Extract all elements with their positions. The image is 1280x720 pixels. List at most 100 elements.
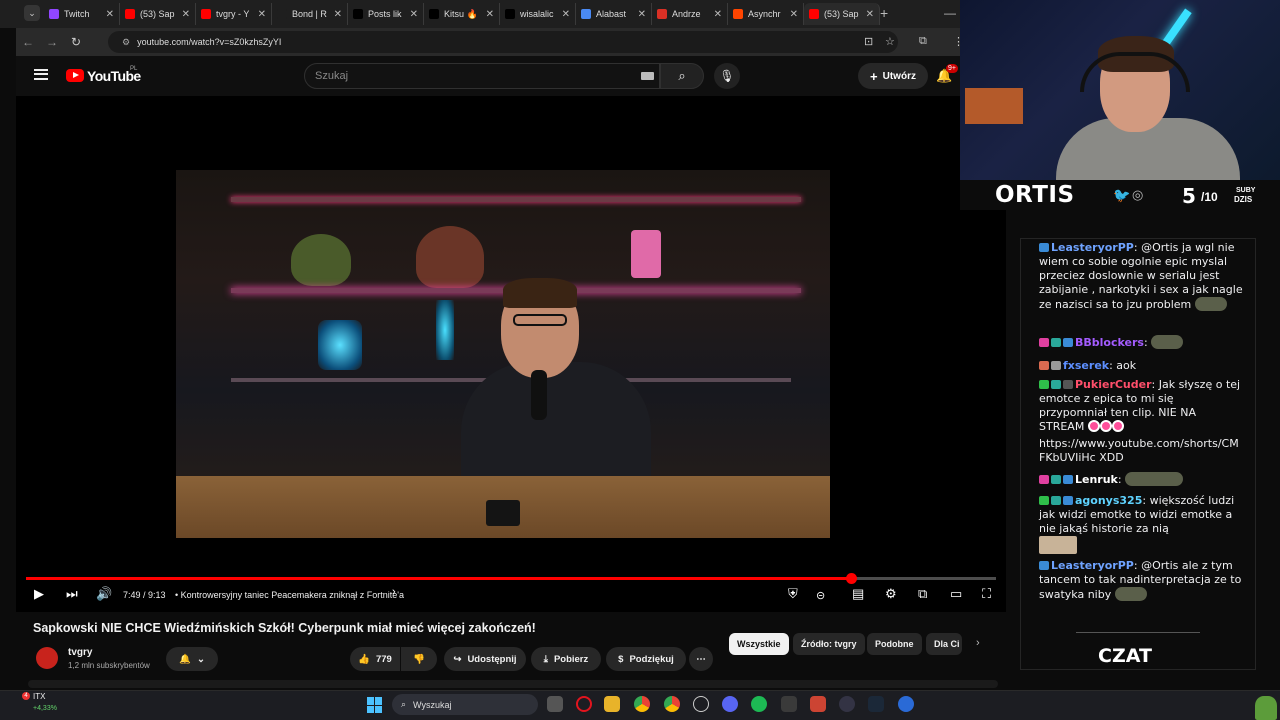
url-field[interactable]: ⚙ youtube.com/watch?v=sZ0kzhsZyYI <box>108 31 898 53</box>
hamburger-menu-icon[interactable] <box>34 69 48 80</box>
maps-pin-icon[interactable] <box>810 696 826 712</box>
adblock-shield-icon[interactable]: ⛨ <box>788 586 798 602</box>
browser-tab[interactable]: Twitch ✕ <box>44 3 120 25</box>
close-tab-icon[interactable]: ✕ <box>334 9 342 20</box>
close-tab-icon[interactable]: ✕ <box>106 9 114 20</box>
close-tab-icon[interactable]: ✕ <box>182 9 190 20</box>
minimize-button[interactable]: — <box>944 6 956 20</box>
channel-avatar[interactable] <box>36 647 58 669</box>
close-tab-icon[interactable]: ✕ <box>258 9 266 20</box>
fullscreen-icon[interactable]: ⛶ <box>982 586 991 602</box>
dislike-button[interactable]: 👎 <box>401 647 437 671</box>
next-icon[interactable]: ⏭ <box>66 586 78 602</box>
thanks-button[interactable]: $ Podziękuj <box>606 647 686 671</box>
chat-username[interactable]: PukierCuder <box>1075 378 1152 391</box>
download-button[interactable]: ⤓ Pobierz <box>531 647 601 671</box>
windows-start-icon[interactable] <box>367 697 383 713</box>
app-icon-2[interactable] <box>839 696 855 712</box>
blue-light <box>318 320 362 370</box>
extensions-icon[interactable]: ⧉ <box>919 35 927 48</box>
search-input[interactable]: Szukaj <box>304 63 660 89</box>
chat-username[interactable]: Lenruk <box>1075 473 1118 486</box>
tab-search-button[interactable]: ⌄ <box>24 5 40 21</box>
create-button[interactable]: + Utwórz <box>858 63 928 89</box>
more-actions-button[interactable]: ⋯ <box>689 647 713 671</box>
chat-username[interactable]: fxserek <box>1063 359 1109 372</box>
close-tab-icon[interactable]: ✕ <box>714 9 722 20</box>
subscribe-bell-button[interactable]: 🔔 ⌄ <box>166 647 218 671</box>
channel-name[interactable]: tvgry <box>68 647 92 658</box>
close-tab-icon[interactable]: ✕ <box>410 9 418 20</box>
browser-tab[interactable]: (53) Sap ✕ <box>804 3 880 25</box>
app-icon[interactable] <box>781 696 797 712</box>
close-tab-icon[interactable]: ✕ <box>790 9 798 20</box>
forward-button[interactable]: → <box>40 35 64 49</box>
browser-tab[interactable]: Asynchr ✕ <box>728 3 804 25</box>
chat-username[interactable]: LeasteryorPP <box>1051 241 1134 254</box>
badge-icon <box>1051 475 1061 484</box>
share-button[interactable]: ↪ Udostępnij <box>444 647 526 671</box>
taskbar-search[interactable]: ⌕ Wyszukaj <box>392 694 538 715</box>
browser-tab[interactable]: wisalalic ✕ <box>500 3 576 25</box>
autoplay-toggle[interactable]: ⊝ <box>816 589 825 602</box>
spotify-icon[interactable] <box>751 696 767 712</box>
chapter-title[interactable]: • Kontrowersyjny taniec Peacemakera znik… <box>175 590 404 600</box>
browser-tab[interactable]: Andrze ✕ <box>652 3 728 25</box>
progress-scrubber[interactable] <box>845 573 857 584</box>
chip-source[interactable]: Źródło: tvgry <box>793 633 865 655</box>
chat-link[interactable]: https://www.youtube.com/shorts/CMFKbUVIi… <box>1039 437 1239 464</box>
chrome-icon[interactable] <box>634 696 650 712</box>
close-tab-icon[interactable]: ✕ <box>562 9 570 20</box>
tab-title: Kitsu 🔥 <box>444 8 478 19</box>
miniplayer-icon[interactable]: ⧉ <box>918 586 927 602</box>
install-icon[interactable]: ⊡ <box>864 35 873 48</box>
theater-mode-icon[interactable]: ▭ <box>950 586 962 602</box>
like-button[interactable]: 👍 779 <box>350 647 400 671</box>
play-icon[interactable]: ▶ <box>34 586 44 602</box>
settings-gear-icon[interactable]: ⚙ <box>885 586 897 602</box>
chrome-active-icon[interactable] <box>664 696 680 712</box>
chat-username[interactable]: BBblockers <box>1075 336 1144 349</box>
subtitles-icon[interactable]: ▤ <box>852 586 864 602</box>
browser-tab[interactable]: (53) Sap ✕ <box>120 3 196 25</box>
close-tab-icon[interactable]: ✕ <box>486 9 494 20</box>
volume-icon[interactable]: 🔊 <box>96 586 112 602</box>
browser-tab[interactable]: Kitsu 🔥 ✕ <box>424 3 500 25</box>
description-box[interactable] <box>28 680 998 688</box>
task-view-icon[interactable] <box>547 696 563 712</box>
x-icon <box>505 9 515 19</box>
chip-all[interactable]: Wszystkie <box>729 633 789 655</box>
battlenet-icon[interactable] <box>898 696 914 712</box>
bookmark-star-icon[interactable]: ☆ <box>885 35 895 48</box>
close-tab-icon[interactable]: ✕ <box>866 9 874 20</box>
steam-icon[interactable] <box>868 696 884 712</box>
badge-icon <box>1063 475 1073 484</box>
obs-icon[interactable] <box>693 696 709 712</box>
close-tab-icon[interactable]: ✕ <box>638 9 646 20</box>
back-button[interactable]: ← <box>16 35 40 49</box>
new-tab-button[interactable]: + <box>880 5 888 21</box>
browser-tab[interactable]: Posts lik ✕ <box>348 3 424 25</box>
chip-for-you[interactable]: Dla Ci <box>926 633 962 655</box>
opera-icon[interactable] <box>576 696 592 712</box>
file-explorer-icon[interactable] <box>604 696 620 712</box>
keyboard-icon[interactable] <box>641 72 654 80</box>
voice-search-button[interactable]: 🎙 <box>714 63 740 89</box>
progress-bar[interactable] <box>26 573 996 584</box>
site-info-icon[interactable]: ⚙ <box>122 37 130 48</box>
browser-tab[interactable]: Alabast ✕ <box>576 3 652 25</box>
reload-button[interactable]: ↻ <box>64 35 88 49</box>
chapter-chevron-icon[interactable]: › <box>392 586 396 598</box>
chat-username[interactable]: agonys325 <box>1075 494 1142 507</box>
search-button[interactable]: ⌕ <box>660 63 704 89</box>
youtube-logo-icon[interactable] <box>66 69 84 82</box>
chat-username[interactable]: LeasteryorPP <box>1051 559 1134 572</box>
subscriber-count: 1,2 mln subskrybentów <box>68 661 150 670</box>
browser-tab[interactable]: Bond | R ✕ <box>272 3 348 25</box>
chip-related[interactable]: Podobne <box>867 633 922 655</box>
chips-next-icon[interactable]: › <box>976 637 980 649</box>
discord-icon[interactable] <box>722 696 738 712</box>
browser-tab[interactable]: tvgry - Y ✕ <box>196 3 272 25</box>
video-frame[interactable] <box>176 170 830 538</box>
video-player[interactable]: ▶ ⏭ 🔊 7:49 / 9:13 • Kontrowersyjny tanie… <box>16 96 1006 612</box>
